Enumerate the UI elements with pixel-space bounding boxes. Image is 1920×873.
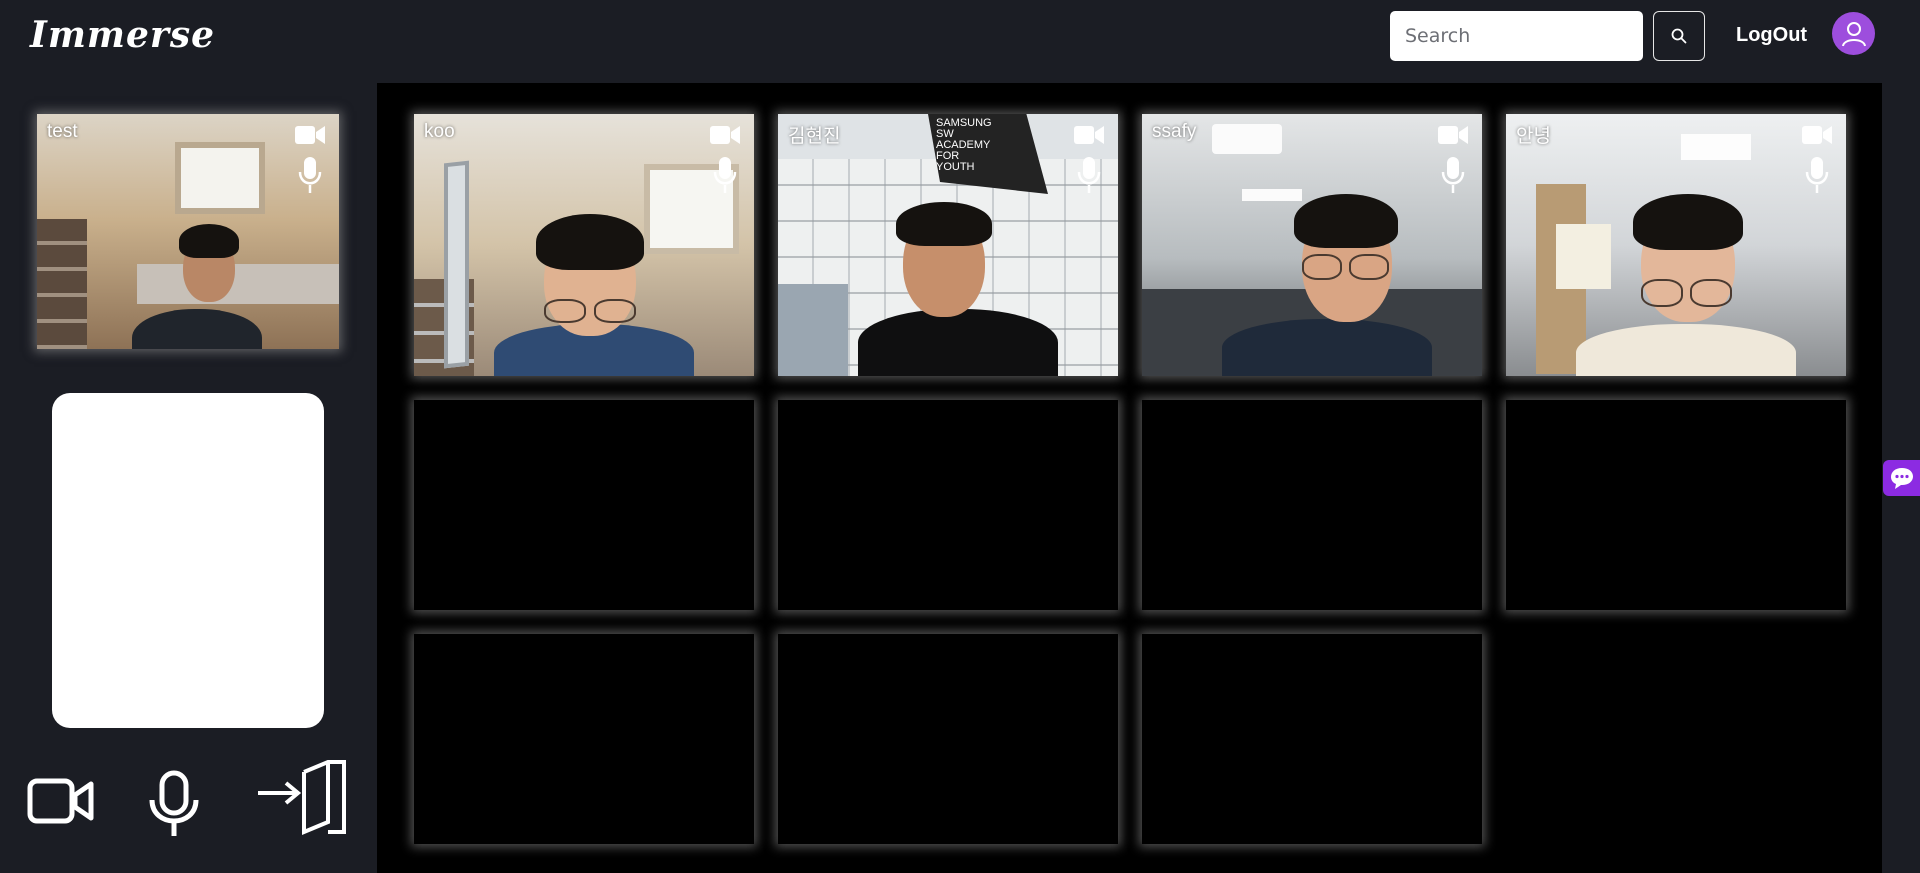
- search-icon: [1671, 28, 1687, 44]
- participant-name: ssafy: [1152, 121, 1197, 142]
- participant-video-feed: [1506, 114, 1846, 376]
- side-panel-card: [52, 393, 324, 728]
- search-input[interactable]: [1390, 11, 1643, 61]
- microphone-icon[interactable]: [1804, 156, 1830, 194]
- mic-toggle-button[interactable]: [148, 770, 200, 838]
- video-camera-icon[interactable]: [1437, 124, 1469, 146]
- video-camera-icon[interactable]: [709, 124, 741, 146]
- participant-video-feed: SAMSUNG SW ACADEMY FOR YOUTH: [778, 114, 1118, 376]
- video-camera-icon[interactable]: [294, 124, 326, 146]
- participant-tile[interactable]: koo: [414, 114, 754, 376]
- participant-video-feed: [1142, 114, 1482, 376]
- participant-video-feed: [414, 114, 754, 376]
- user-icon: [1841, 21, 1866, 46]
- video-camera-icon[interactable]: [1801, 124, 1833, 146]
- participant-tile[interactable]: ssafy: [1142, 114, 1482, 376]
- leave-room-button[interactable]: [256, 760, 348, 836]
- banner-line: YOUTH: [936, 161, 975, 173]
- empty-video-slot: [778, 400, 1118, 610]
- video-camera-icon: [27, 778, 94, 824]
- search-button[interactable]: [1653, 11, 1705, 61]
- empty-video-slot: [1142, 634, 1482, 844]
- participant-grid: koo SAMSUNG SW ACADEMY FOR YOUTH 김현진 ssa…: [414, 114, 1846, 844]
- video-stage: koo SAMSUNG SW ACADEMY FOR YOUTH 김현진 ssa…: [377, 83, 1882, 873]
- participant-name: koo: [424, 121, 455, 142]
- microphone-icon[interactable]: [297, 156, 323, 194]
- self-video-tile: test: [37, 114, 339, 349]
- participant-name: 김현진: [788, 126, 841, 147]
- microphone-icon: [149, 770, 199, 836]
- microphone-icon[interactable]: [1440, 156, 1466, 194]
- microphone-icon[interactable]: [1076, 156, 1102, 194]
- avatar[interactable]: [1832, 12, 1875, 55]
- microphone-icon[interactable]: [712, 156, 738, 194]
- participant-name: test: [47, 121, 78, 142]
- empty-video-slot: [778, 634, 1118, 844]
- exit-door-icon: [258, 760, 346, 835]
- empty-video-slot: [1142, 400, 1482, 610]
- logout-link[interactable]: LogOut: [1736, 24, 1807, 47]
- participant-tile[interactable]: 안녕: [1506, 114, 1846, 376]
- participant-tile[interactable]: SAMSUNG SW ACADEMY FOR YOUTH 김현진: [778, 114, 1118, 376]
- participant-name: 안녕: [1516, 126, 1551, 147]
- camera-toggle-button[interactable]: [27, 773, 95, 829]
- chat-bubble-icon: [1890, 468, 1913, 489]
- empty-video-slot: [414, 634, 754, 844]
- empty-video-slot: [1506, 400, 1846, 610]
- chat-toggle-button[interactable]: [1883, 460, 1920, 496]
- app-logo[interactable]: Immerse: [30, 14, 215, 56]
- empty-video-slot: [414, 400, 754, 610]
- video-camera-icon[interactable]: [1073, 124, 1105, 146]
